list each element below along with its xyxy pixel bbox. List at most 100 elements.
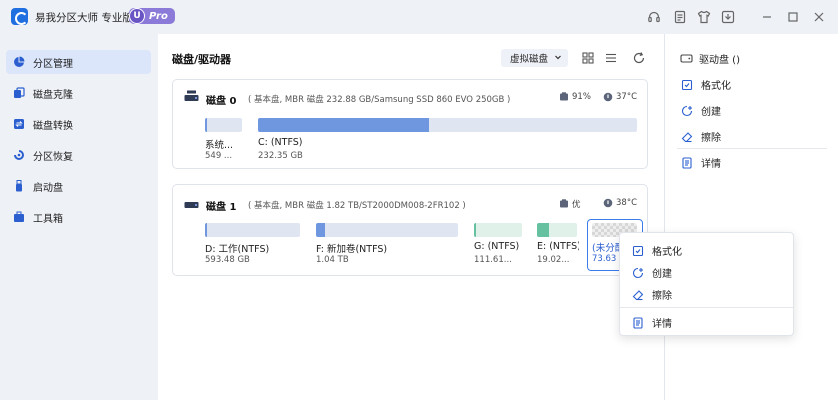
wipe-label: 擦除 — [701, 133, 721, 144]
hdd-icon — [184, 90, 199, 101]
partition-size: 73.63 ... — [592, 254, 622, 264]
disk-info: ( 基本盘, MBR 磁盘 1.82 TB/ST2000DM008-2FR102… — [248, 201, 466, 211]
partition-name: 系统... — [205, 140, 234, 151]
main-panel: 磁盘/驱动器 虚拟磁盘 磁盘 0 ( 基本盘, MBR 磁盘 232.88 GB… — [158, 34, 664, 400]
context-menu-details[interactable]: 详情 — [632, 315, 672, 330]
thermometer-icon — [603, 92, 613, 102]
details-icon — [682, 156, 692, 169]
format-action[interactable]: 格式化 — [681, 77, 731, 92]
convert-icon — [13, 118, 25, 130]
sidebar-item-label: 磁盘克隆 — [33, 89, 73, 101]
partition-bar[interactable] — [474, 223, 522, 237]
partition-size: 19.02... — [537, 255, 570, 265]
list-view-icon[interactable] — [604, 51, 618, 65]
virtual-disk-dropdown[interactable]: 虚拟磁盘 — [501, 49, 568, 67]
disk-temp: 38°C — [603, 198, 637, 208]
partition-size: 593.48 GB — [205, 255, 250, 265]
drive-header: 驱动盘 () — [680, 51, 740, 66]
title-bar: 易我分区大师 专业版 U Pro — [0, 0, 838, 34]
partition-bar[interactable] — [537, 223, 577, 237]
partition-name: (未分配) — [592, 243, 622, 254]
format-icon — [632, 245, 644, 256]
right-panel: 驱动盘 () 格式化 创建 擦除 详情 — [664, 34, 838, 400]
disk-temp: 37°C — [603, 92, 637, 102]
partition-size: 232.35 GB — [258, 151, 303, 161]
context-menu-label: 详情 — [652, 319, 672, 330]
partition-bar[interactable] — [205, 223, 300, 237]
usb-icon — [13, 180, 25, 192]
headset-icon[interactable] — [647, 10, 661, 24]
partition-bar[interactable] — [258, 118, 637, 132]
sidebar-item-label: 磁盘转换 — [33, 120, 73, 132]
sidebar-item-boot-disk[interactable]: 启动盘 — [6, 174, 151, 198]
partition-bar[interactable] — [316, 223, 458, 237]
create-icon — [632, 267, 644, 278]
minimize-icon[interactable] — [760, 10, 774, 24]
disk-temp-value: 37°C — [616, 92, 638, 102]
health-icon — [560, 92, 568, 101]
thermometer-icon — [603, 198, 613, 208]
details-action[interactable]: 详情 — [681, 155, 721, 170]
sidebar-item-label: 启动盘 — [33, 182, 63, 194]
grid-view-icon[interactable] — [581, 51, 595, 65]
pro-badge-u: U — [129, 8, 145, 24]
disk-name: 磁盘 1 — [206, 202, 237, 213]
sidebar-item-label: 分区恢复 — [33, 151, 73, 163]
wipe-action[interactable]: 擦除 — [681, 129, 721, 144]
feedback-icon[interactable] — [673, 10, 687, 24]
sidebar-item-partition-recovery[interactable]: 分区恢复 — [6, 143, 151, 167]
sidebar-item-label: 分区管理 — [33, 58, 73, 70]
disk-info: ( 基本盘, MBR 磁盘 232.88 GB/Samsung SSD 860 … — [248, 95, 511, 105]
partition-used-fill — [205, 223, 207, 237]
drive-header-label: 驱动盘 () — [699, 55, 740, 66]
details-icon — [633, 316, 643, 329]
context-menu-format[interactable]: 格式化 — [632, 243, 682, 258]
context-menu-label: 格式化 — [652, 247, 682, 258]
context-menu-create[interactable]: 创建 — [632, 265, 672, 280]
create-action[interactable]: 创建 — [681, 103, 721, 118]
format-label: 格式化 — [701, 81, 731, 92]
disk-card-1[interactable]: 磁盘 1 ( 基本盘, MBR 磁盘 1.82 TB/ST2000DM008-2… — [172, 184, 648, 276]
partition-used-fill — [537, 223, 549, 237]
format-icon — [681, 79, 693, 90]
hdd-icon — [184, 202, 199, 208]
app-logo-icon — [11, 8, 28, 25]
disk-health: 优 — [559, 198, 581, 210]
close-icon[interactable] — [812, 10, 826, 24]
sidebar-item-disk-clone[interactable]: 磁盘克隆 — [6, 81, 151, 105]
disk-health: 91% — [559, 92, 591, 102]
partition-size: 111.61... — [474, 255, 512, 265]
update-icon[interactable] — [721, 10, 735, 24]
sidebar-item-partition-manage[interactable]: 分区管理 — [6, 50, 151, 74]
shirt-icon[interactable] — [697, 10, 711, 24]
toolbox-icon — [13, 211, 25, 223]
details-label: 详情 — [701, 159, 721, 170]
context-menu-wipe[interactable]: 擦除 — [632, 287, 672, 302]
disk-temp-value: 38°C — [616, 198, 638, 208]
maximize-icon[interactable] — [786, 10, 800, 24]
partition-name: G: (NTFS) — [474, 241, 520, 252]
pro-badge[interactable]: U Pro — [129, 8, 175, 24]
partition-used-fill — [316, 223, 325, 237]
partition-name: E: (NTFS) — [537, 241, 579, 252]
partition-bar[interactable] — [205, 118, 242, 132]
partition-name: F: 新加卷(NTFS) — [316, 244, 388, 255]
context-menu-label: 擦除 — [652, 291, 672, 302]
disk-card-0[interactable]: 磁盘 0 ( 基本盘, MBR 磁盘 232.88 GB/Samsung SSD… — [172, 79, 648, 169]
eraser-icon — [632, 289, 644, 300]
sidebar-item-disk-convert[interactable]: 磁盘转换 — [6, 112, 151, 136]
partition-name: D: 工作(NTFS) — [205, 244, 270, 255]
sidebar-item-toolbox[interactable]: 工具箱 — [6, 205, 151, 229]
partition-name: C: (NTFS) — [258, 137, 303, 148]
sidebar: 分区管理 磁盘克隆 磁盘转换 分区恢复 启动盘 工具箱 — [0, 34, 158, 400]
sidebar-item-label: 工具箱 — [33, 213, 63, 225]
create-label: 创建 — [701, 107, 721, 118]
refresh-icon[interactable] — [632, 51, 646, 65]
health-icon — [560, 199, 568, 208]
partition-used-fill — [474, 223, 477, 237]
pro-badge-label: Pro — [149, 10, 168, 22]
divider — [677, 148, 827, 149]
clone-icon — [13, 87, 25, 99]
chevron-down-icon — [553, 52, 563, 62]
app-title: 易我分区大师 专业版 — [35, 12, 133, 24]
